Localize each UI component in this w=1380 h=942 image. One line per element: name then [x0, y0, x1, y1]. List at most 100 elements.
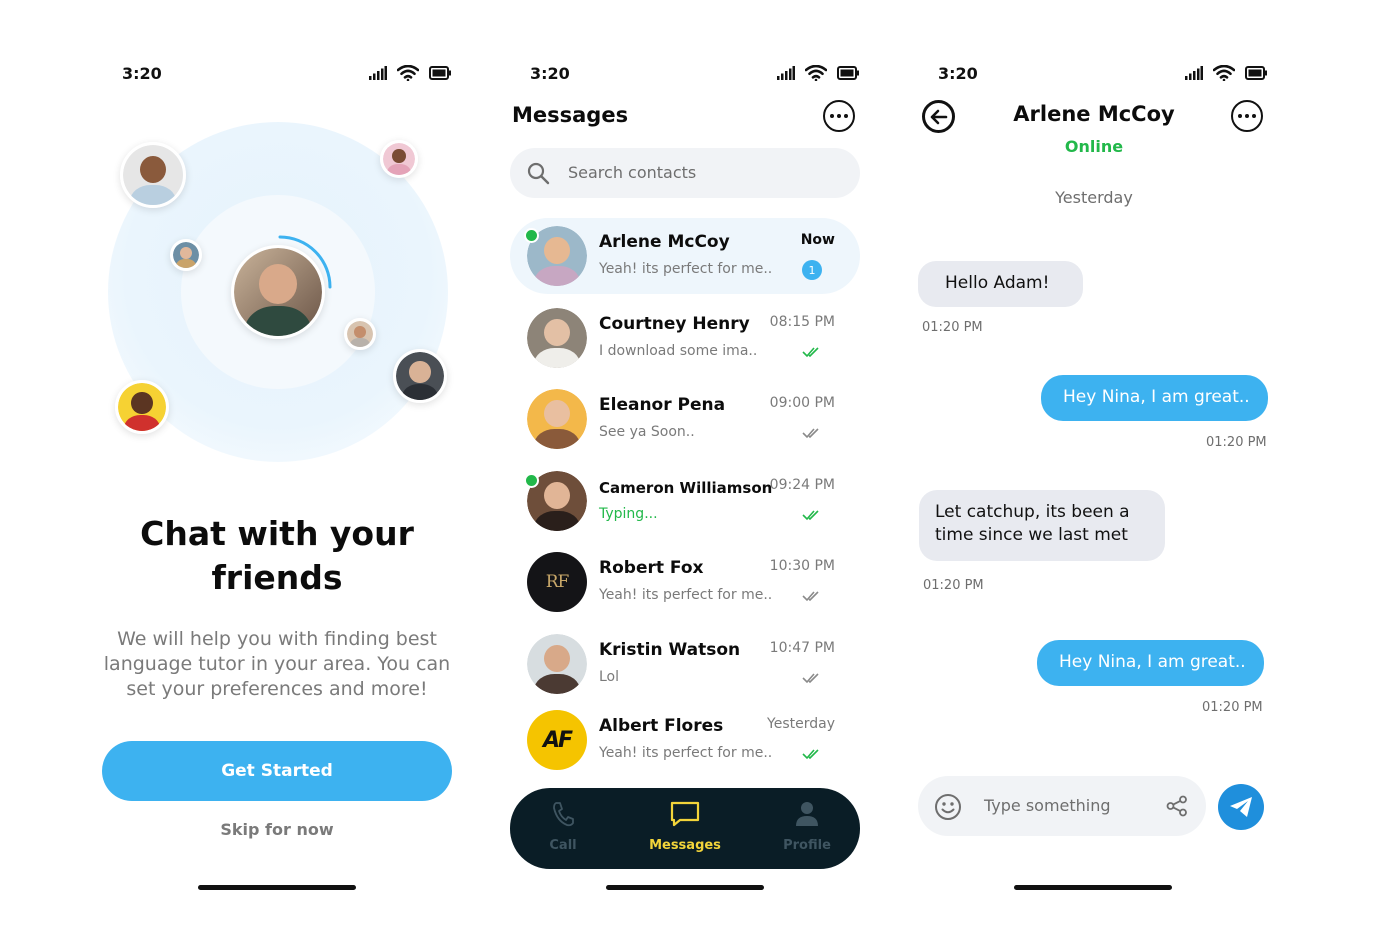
message-input[interactable]: Type something [984, 796, 1111, 815]
message-preview: Yeah! its perfect for me.. [599, 745, 773, 761]
phone-icon [553, 802, 574, 827]
onboarding-screen: 3:20 Chat with your friends We will help… [73, 0, 481, 942]
typing-indicator: Typing... [599, 506, 658, 522]
skip-button[interactable]: Skip for now [102, 820, 452, 839]
chat-icon [670, 801, 700, 827]
message-time: 09:24 PM [769, 477, 835, 493]
bottom-tab-bar: Call Messages Profile [510, 788, 860, 869]
share-icon[interactable] [1166, 795, 1188, 817]
message-composer[interactable]: Type something [918, 776, 1206, 836]
chat-item-eleanor-pena[interactable]: Eleanor Pena See ya Soon.. 09:00 PM [510, 381, 860, 457]
message-preview: Yeah! its perfect for me.. [599, 587, 773, 603]
message-time: 09:00 PM [769, 395, 835, 411]
person-icon [796, 802, 818, 826]
messages-screen: 3:20 Messages Search contacts Arlene McC… [481, 0, 889, 942]
delivered-check-icon [802, 673, 819, 684]
delivered-check-icon [802, 428, 819, 439]
status-time: 3:20 [530, 64, 570, 83]
online-indicator [524, 473, 539, 488]
message-bubble-outgoing: Hey Nina, I am great.. [1037, 640, 1264, 686]
read-check-icon [802, 347, 819, 358]
send-button[interactable] [1218, 784, 1264, 830]
back-arrow-icon [930, 109, 947, 124]
read-check-icon [802, 749, 819, 760]
status-time: 3:20 [938, 64, 978, 83]
chat-item-cameron-williamson[interactable]: Cameron Williamson Typing... 09:24 PM [510, 463, 860, 539]
avatar [170, 239, 202, 271]
avatar [393, 349, 447, 403]
home-indicator [198, 885, 356, 890]
contact-name: Arlene McCoy [1013, 102, 1175, 126]
tab-messages[interactable]: Messages [635, 800, 735, 853]
avatar-initials: AF [542, 727, 573, 753]
avatar-initials: RF [545, 572, 570, 592]
online-status: Online [1064, 137, 1124, 156]
contact-name: Eleanor Pena [599, 395, 726, 415]
avatar [527, 308, 587, 368]
send-icon [1230, 797, 1252, 817]
message-timestamp: 01:20 PM [923, 578, 984, 593]
unread-badge: 1 [802, 260, 822, 280]
tab-profile[interactable]: Profile [757, 800, 857, 853]
battery-icon [837, 66, 859, 80]
get-started-button[interactable]: Get Started [102, 741, 452, 801]
status-bar: 3:20 [73, 62, 481, 86]
status-time: 3:20 [122, 64, 162, 83]
chat-item-kristin-watson[interactable]: Kristin Watson Lol 10:47 PM [510, 626, 860, 702]
avatar [527, 389, 587, 449]
avatar [344, 318, 376, 350]
message-timestamp: 01:20 PM [922, 320, 983, 335]
message-timestamp: 01:20 PM [1206, 435, 1267, 450]
message-time: Yesterday [767, 716, 835, 732]
tab-label: Profile [783, 838, 831, 853]
message-preview: Yeah! its perfect for me.. [599, 261, 773, 277]
avatar [380, 140, 418, 178]
battery-icon [1245, 66, 1267, 80]
more-options-button[interactable] [1231, 100, 1263, 132]
chat-item-courtney-henry[interactable]: Courtney Henry I download some ima.. 08:… [510, 300, 860, 376]
search-input[interactable]: Search contacts [568, 163, 696, 182]
contact-name: Arlene McCoy [599, 232, 730, 252]
signal-icon [369, 66, 387, 80]
contact-name: Courtney Henry [599, 314, 750, 334]
contact-name: Kristin Watson [599, 640, 741, 660]
online-indicator [524, 228, 539, 243]
chat-item-arlene-mccoy[interactable]: Arlene McCoy Yeah! its perfect for me.. … [510, 218, 860, 294]
signal-icon [1185, 66, 1203, 80]
date-separator: Yesterday [1055, 188, 1133, 207]
read-check-icon [802, 510, 819, 521]
message-time: 10:30 PM [769, 558, 835, 574]
search-bar[interactable]: Search contacts [510, 148, 860, 198]
back-button[interactable] [922, 100, 955, 133]
signal-icon [777, 66, 795, 80]
onboarding-subtitle: We will help you with finding best langu… [103, 628, 451, 700]
wifi-icon [805, 65, 827, 81]
tab-call[interactable]: Call [513, 800, 613, 853]
message-time: Now [800, 232, 835, 248]
more-dots-icon [1238, 114, 1242, 118]
home-indicator [1014, 885, 1172, 890]
message-preview: Lol [599, 669, 620, 685]
status-bar: 3:20 [889, 62, 1297, 86]
home-indicator [606, 885, 764, 890]
onboarding-title: Chat with your friends [140, 514, 414, 597]
contact-name: Cameron Williamson [599, 479, 773, 497]
avatar [120, 142, 186, 208]
emoji-icon[interactable] [934, 793, 962, 821]
search-icon [527, 162, 550, 185]
message-bubble-incoming: Let catchup, its been a time since we la… [919, 490, 1165, 561]
chat-item-albert-flores[interactable]: AF Albert Flores Yeah! its perfect for m… [510, 702, 860, 778]
contact-name: Robert Fox [599, 558, 704, 578]
contact-name: Albert Flores [599, 716, 724, 736]
avatar: RF [527, 552, 587, 612]
more-dots-icon [830, 114, 834, 118]
chat-item-robert-fox[interactable]: RF Robert Fox Yeah! its perfect for me..… [510, 544, 860, 620]
message-preview: See ya Soon.. [599, 424, 695, 440]
wifi-icon [397, 65, 419, 81]
avatar [115, 380, 169, 434]
message-time: 10:47 PM [769, 640, 835, 656]
message-bubble-outgoing: Hey Nina, I am great.. [1041, 375, 1268, 421]
more-options-button[interactable] [823, 100, 855, 132]
status-bar: 3:20 [481, 62, 889, 86]
page-title: Messages [512, 103, 629, 127]
